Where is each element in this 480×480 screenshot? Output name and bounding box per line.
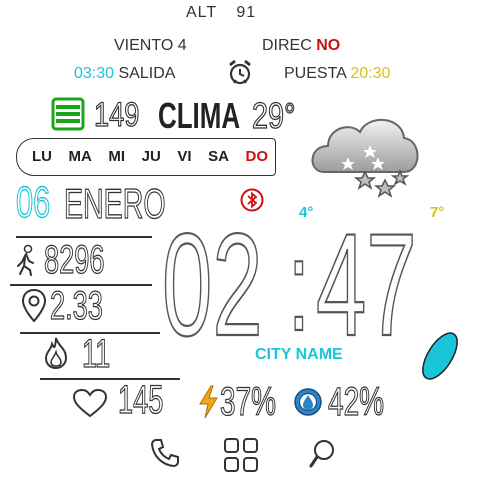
date-day: 06 bbox=[16, 177, 51, 227]
city-name: CITY NAME bbox=[255, 346, 343, 363]
wind-speed-value: 4 bbox=[177, 37, 187, 54]
cloud-snow-icon[interactable] bbox=[306, 110, 424, 210]
flame-icon bbox=[42, 336, 70, 370]
weekday-item: MA bbox=[68, 148, 92, 165]
steps-value: 8296 bbox=[44, 237, 105, 282]
apps-icon[interactable] bbox=[222, 436, 260, 474]
wind-direction-label: DIREC bbox=[262, 37, 312, 54]
clima-label: CLIMA bbox=[158, 95, 241, 136]
steps-small: 149 bbox=[93, 95, 140, 134]
time-separator: : bbox=[287, 211, 310, 359]
sunrise-time: 03:30 bbox=[74, 65, 115, 82]
heart-icon bbox=[72, 388, 108, 418]
time-minutes: 47 bbox=[315, 203, 417, 366]
date-month: ENERO bbox=[64, 179, 166, 227]
battery-value: 37% bbox=[220, 379, 277, 425]
humidity-unit: % bbox=[359, 379, 385, 424]
altitude-value: 91 bbox=[236, 4, 257, 21]
weekday-list: LU MA MI JU VI SA DO bbox=[32, 148, 268, 165]
sunset-time: 20:30 bbox=[350, 65, 391, 82]
weekday-item: SA bbox=[208, 148, 229, 165]
sunrise: 03:30 SALIDA bbox=[74, 65, 175, 83]
humidity-icon bbox=[292, 386, 324, 418]
sunset: PUESTA 20:30 bbox=[284, 65, 390, 83]
weekday-item: MI bbox=[108, 148, 126, 165]
heart-rate-value: 145 bbox=[118, 377, 164, 422]
wind-direction: DIREC NO bbox=[262, 37, 340, 55]
battery-unit: % bbox=[251, 379, 277, 424]
altitude-label: ALT bbox=[186, 4, 217, 21]
search-icon[interactable] bbox=[306, 436, 340, 470]
wind-speed: VIENTO 4 bbox=[114, 37, 187, 55]
distance-value: 2.33 bbox=[50, 283, 104, 328]
temp-high: 7° bbox=[430, 204, 445, 221]
wind-speed-label: VIENTO bbox=[114, 37, 174, 54]
weekday-item: VI bbox=[177, 148, 192, 165]
humidity-number: 42 bbox=[328, 379, 360, 424]
walking-icon bbox=[13, 244, 39, 276]
stack-icon bbox=[50, 96, 86, 132]
weekday-item: LU bbox=[32, 148, 52, 165]
location-pin-icon bbox=[20, 288, 48, 324]
humidity-value: 42% bbox=[328, 379, 385, 425]
sunrise-label: SALIDA bbox=[118, 65, 176, 82]
alarm-clock-icon[interactable] bbox=[226, 58, 254, 86]
weekday-item-active: DO bbox=[245, 148, 269, 165]
altitude-readout: ALT 91 bbox=[186, 4, 256, 22]
weekday-item: JU bbox=[141, 148, 161, 165]
sunset-label: PUESTA bbox=[284, 65, 346, 82]
calories-value: 11 bbox=[82, 331, 111, 376]
accent-indicator bbox=[420, 326, 460, 386]
bolt-icon bbox=[197, 384, 219, 420]
phone-icon[interactable] bbox=[148, 436, 182, 470]
battery-number: 37 bbox=[220, 379, 252, 424]
weather-temp: 29° bbox=[251, 94, 296, 136]
time-hours: 02 bbox=[161, 203, 263, 366]
wind-direction-value: NO bbox=[316, 37, 341, 54]
